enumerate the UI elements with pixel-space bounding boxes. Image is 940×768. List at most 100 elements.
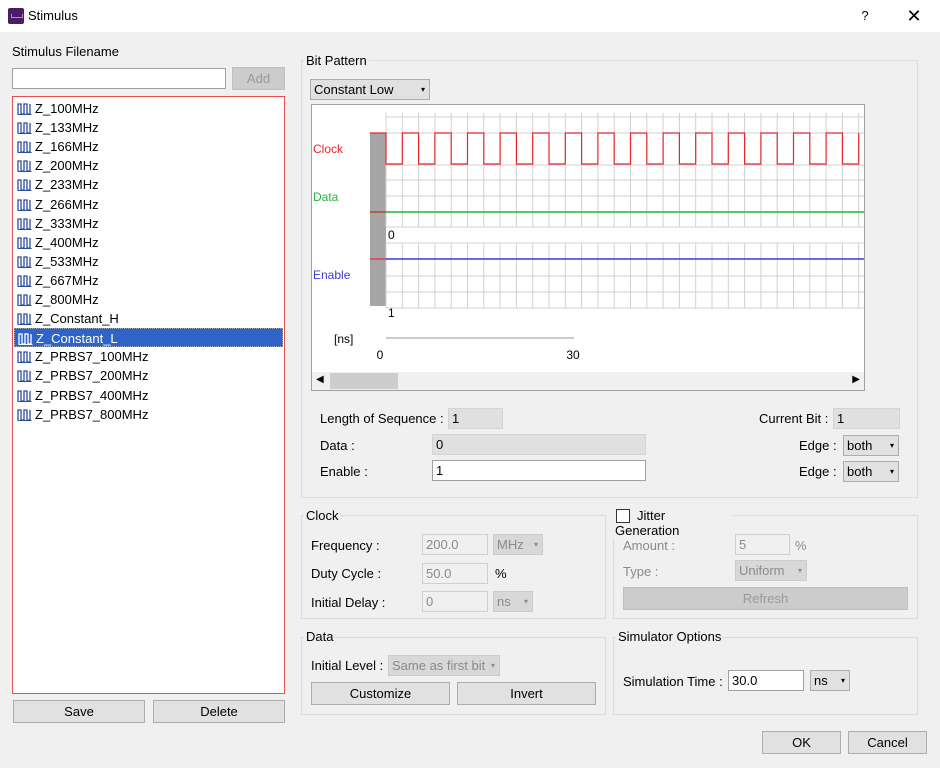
enable-edge-value: both [847,464,873,479]
enable-label: Enable : [320,464,368,479]
amount-unit: % [795,538,807,553]
stimulus-filename-input[interactable] [12,68,226,89]
data-label: Data : [320,438,355,453]
initial-delay-label: Initial Delay : [311,595,386,610]
app-icon [8,8,24,24]
scroll-thumb[interactable] [330,373,398,389]
simulation-time-unit-value: ns [814,673,828,688]
list-item-label: Z_233MHz [35,177,99,193]
list-item[interactable]: Z_PRBS7_400MHz [14,386,283,405]
enable-bit-label: 1 [388,306,395,320]
chevron-down-icon: ▾ [840,676,845,685]
jitter-type-select[interactable]: Uniform ▾ [735,560,807,581]
initial-delay-unit-select[interactable]: ns ▾ [493,591,533,612]
chevron-down-icon: ▾ [490,661,495,670]
initial-level-select[interactable]: Same as first bit ▾ [388,655,500,676]
invert-button[interactable]: Invert [457,682,596,705]
duty-cycle-label: Duty Cycle : [311,566,382,581]
close-button[interactable]: ✕ [900,4,928,28]
type-label: Type : [623,564,659,579]
waveform-file-icon [17,237,32,249]
waveform-file-icon [17,141,32,154]
frequency-input[interactable]: 200.0 [422,534,488,555]
chevron-down-icon: ▾ [797,566,802,575]
list-item-label: Z_800MHz [35,292,99,307]
clock-waveform [370,132,860,165]
simulation-time-unit-select[interactable]: ns ▾ [810,670,850,691]
list-item-label: Z_133MHz [35,120,99,136]
data-bits-field[interactable]: 0 [432,434,646,455]
bit-pattern-value: Constant Low [314,82,394,97]
initial-delay-input[interactable]: 0 [422,591,488,612]
list-item[interactable]: Z_533MHz [14,252,283,271]
list-item[interactable]: Z_166MHz [14,137,283,156]
waveform-file-icon [18,333,33,346]
help-button[interactable]: ? [852,4,878,28]
bit-pattern-select[interactable]: Constant Low ▾ [310,79,430,100]
list-item-label: Z_400MHz [35,234,99,250]
chevron-down-icon: ▾ [420,85,425,94]
time-axis-start-label: 0 [377,348,384,362]
list-item-label: Z_166MHz [35,139,99,155]
waveform-view[interactable]: Clock Data Enable 0 1 [ns] 0 30 ◀ ▶ [311,104,865,391]
simulation-time-input[interactable]: 30.0 [728,670,804,691]
list-item-label: Z_PRBS7_200MHz [35,368,149,384]
title-bar: Stimulus ? ✕ [0,0,940,32]
amount-label: Amount : [623,538,676,553]
list-item[interactable]: Z_266MHz [14,195,283,214]
list-item[interactable]: Z_Constant_H [14,309,283,328]
horizontal-scrollbar[interactable]: ◀ ▶ [312,372,864,390]
list-item[interactable]: Z_667MHz [14,271,283,290]
initial-delay-unit-value: ns [497,594,511,609]
refresh-button[interactable]: Refresh [623,587,908,610]
chevron-down-icon: ▾ [889,441,894,450]
enable-row-label: Enable [313,268,351,282]
enable-bits-field[interactable]: 1 [432,460,646,481]
cancel-button[interactable]: Cancel [848,731,927,754]
list-item[interactable]: Z_PRBS7_100MHz [14,347,283,366]
waveform-file-icon [17,198,32,211]
list-item[interactable]: Z_PRBS7_800MHz [14,405,283,424]
frequency-unit-select[interactable]: MHz ▾ [493,534,543,555]
data-edge-select[interactable]: both ▾ [843,435,899,456]
scroll-left-icon[interactable]: ◀ [316,374,324,385]
duty-cycle-input[interactable]: 50.0 [422,563,488,584]
ok-button[interactable]: OK [762,731,841,754]
length-of-sequence-label: Length of Sequence : [320,411,444,426]
list-item[interactable]: Z_400MHz [14,233,283,252]
list-item[interactable]: Z_100MHz [14,99,283,118]
waveform-file-icon [17,294,32,306]
waveform-file-icon [17,370,32,383]
list-item[interactable]: Z_233MHz [14,175,283,194]
frequency-unit-value: MHz [497,537,524,552]
list-item[interactable]: Z_333MHz [14,214,283,233]
jitter-type-value: Uniform [739,563,785,578]
waveform-file-icon [17,351,32,364]
waveform-file-icon [17,217,32,230]
simulation-time-label: Simulation Time : [623,674,723,689]
enable-edge-select[interactable]: both ▾ [843,461,899,482]
stimulus-filename-label: Stimulus Filename [12,44,119,59]
list-item[interactable]: Z_800MHz [14,290,283,309]
list-item[interactable]: Z_133MHz [14,118,283,137]
list-item[interactable]: Z_200MHz [14,156,283,175]
save-button[interactable]: Save [13,700,145,723]
list-item-label: Z_Constant_H [35,311,119,327]
current-bit-field[interactable]: 1 [833,408,900,429]
amount-input[interactable]: 5 [735,534,790,555]
list-item-label: Z_Constant_L [36,331,118,347]
data-edge-label: Edge : [799,438,837,453]
scroll-right-icon[interactable]: ▶ [852,374,860,385]
stimulus-list[interactable]: Z_100MHz Z_133MHz Z_166MHz Z_200MHz Z_233MHz… [12,96,285,694]
list-item[interactable]: Z_Constant_L [14,328,283,348]
jitter-checkbox[interactable] [616,509,630,523]
list-item-label: Z_PRBS7_800MHz [35,406,149,422]
waveform-file-icon [17,389,32,402]
customize-button[interactable]: Customize [311,682,450,705]
delete-button[interactable]: Delete [153,700,285,723]
list-item-label: Z_100MHz [35,101,99,116]
waveform-marker-bar [370,133,386,306]
length-of-sequence-field[interactable]: 1 [448,408,503,429]
add-button[interactable]: Add [232,67,285,90]
list-item[interactable]: Z_PRBS7_200MHz [14,366,283,385]
